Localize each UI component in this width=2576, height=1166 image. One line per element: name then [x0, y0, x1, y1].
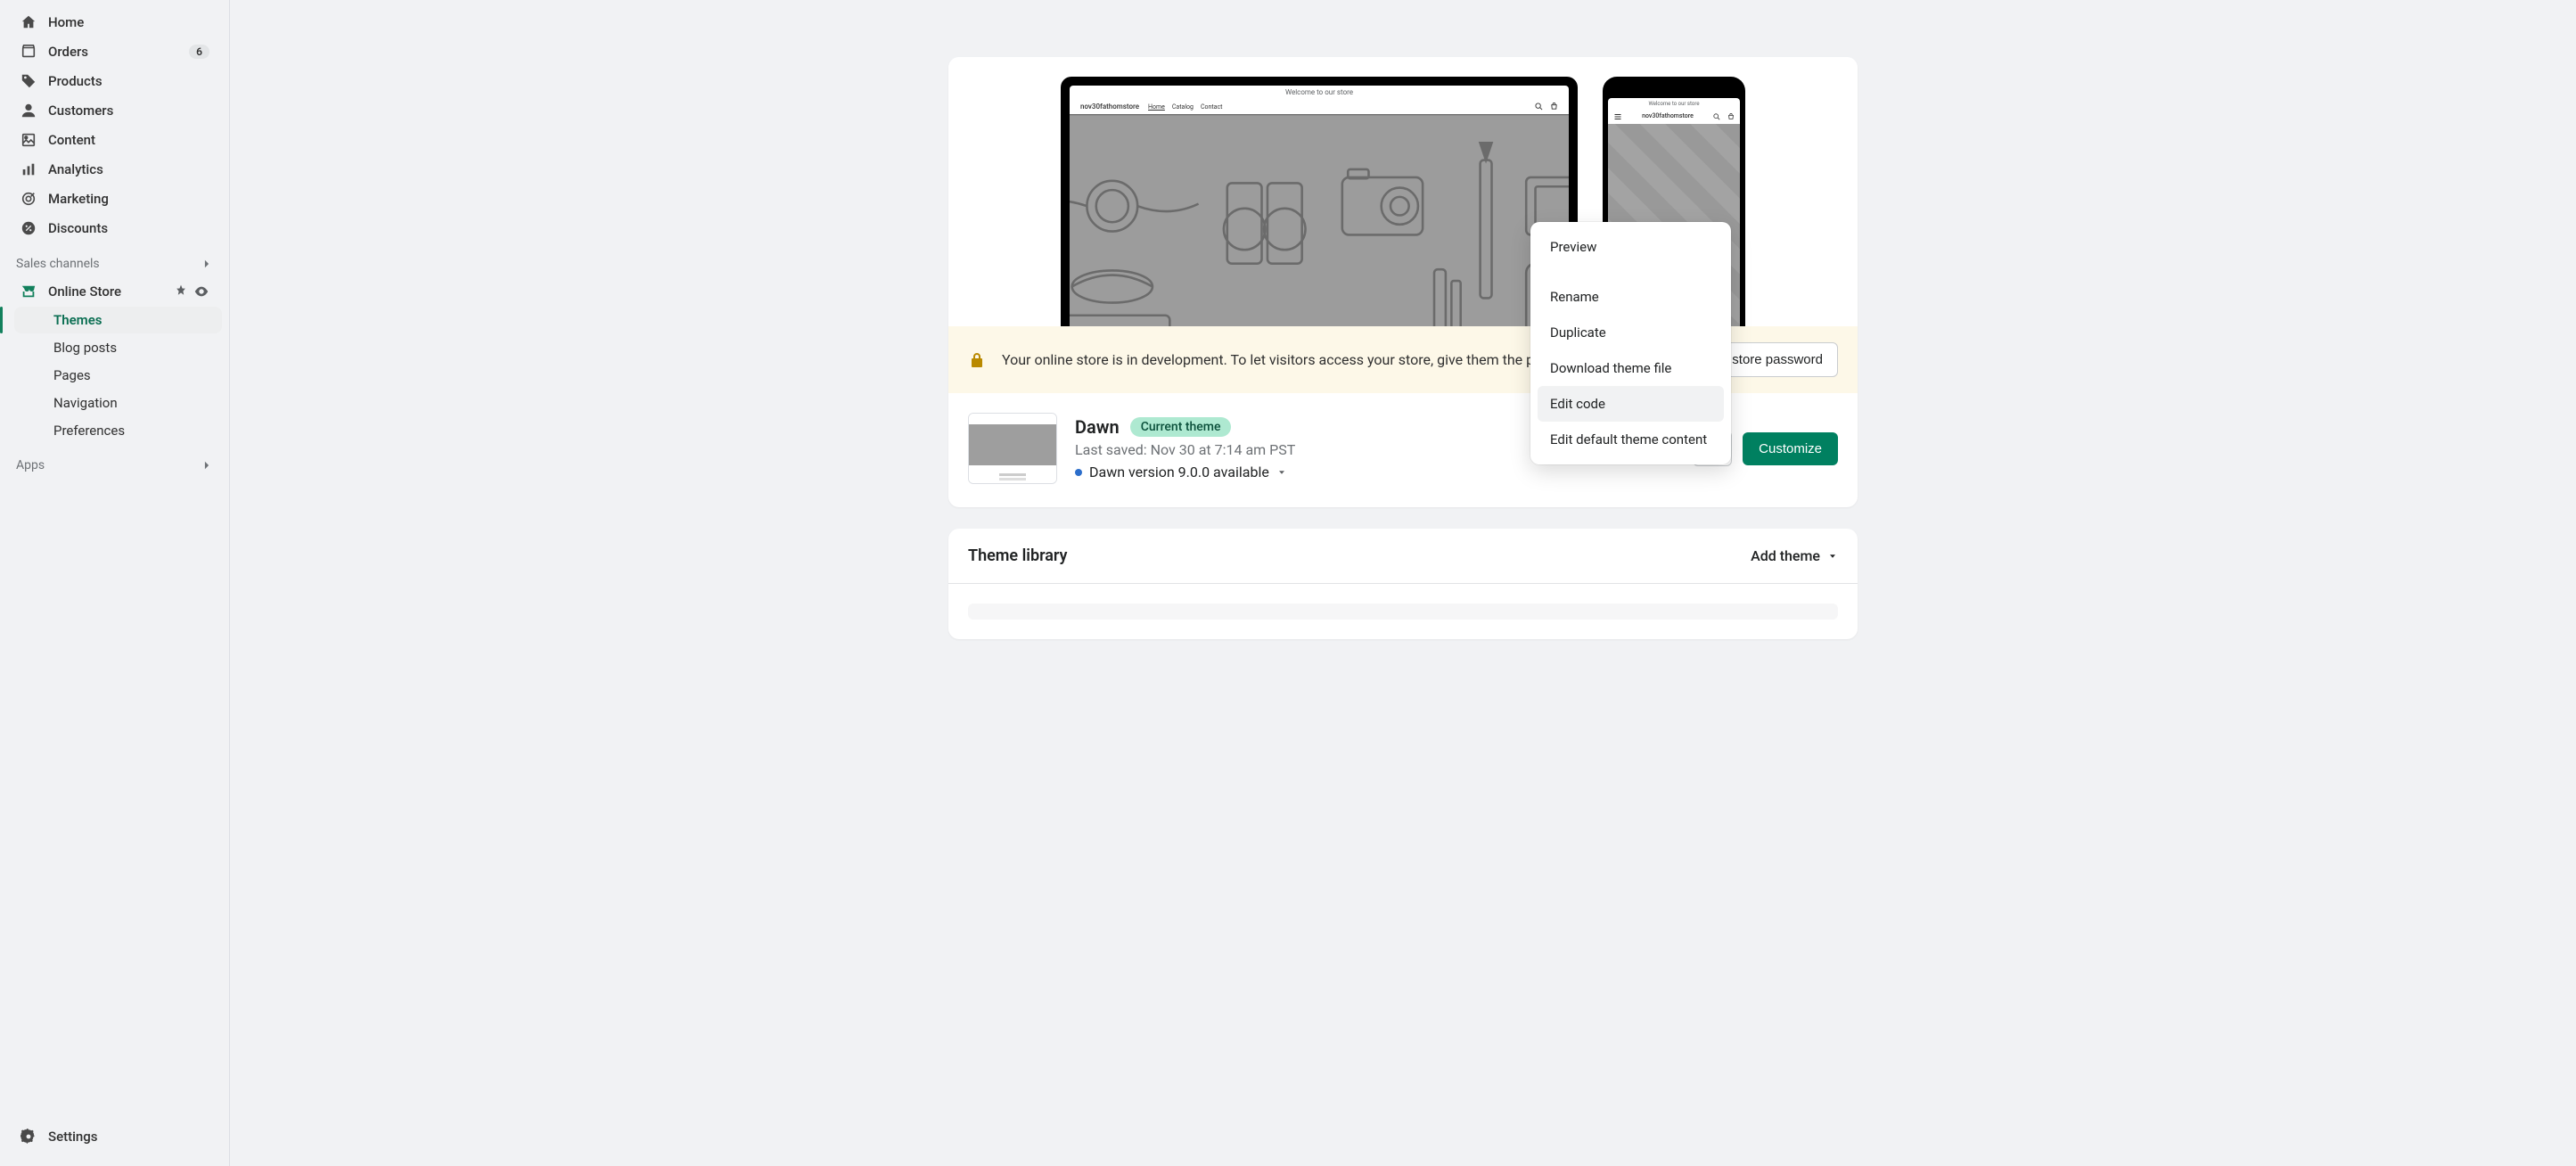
theme-thumbnail [968, 413, 1057, 484]
theme-library-card: Theme library Add theme [948, 529, 1858, 639]
status-dot-icon [1075, 469, 1082, 476]
nav-label: Discounts [48, 220, 108, 236]
orders-icon [20, 43, 37, 61]
nav-customers[interactable]: Customers [7, 96, 222, 125]
add-theme-button[interactable]: Add theme [1751, 547, 1838, 564]
customers-icon [20, 102, 37, 119]
chevron-right-icon [201, 258, 213, 270]
nav-label: Marketing [48, 191, 109, 207]
theme-library-title: Theme library [968, 546, 1067, 565]
products-icon [20, 72, 37, 90]
theme-name: Dawn [1075, 416, 1120, 438]
hamburger-icon [1613, 112, 1622, 121]
nav-label: Orders [48, 44, 88, 60]
preview-brand: nov30fathomstore [1080, 103, 1139, 111]
orders-badge: 6 [189, 45, 209, 59]
section-label: Sales channels [16, 257, 100, 271]
library-placeholder [968, 604, 1838, 620]
main-content: Welcome to our store nov30fathomstore Ho… [230, 0, 2576, 1166]
subnav-preferences[interactable]: Preferences [14, 417, 222, 444]
version-available[interactable]: Dawn version 9.0.0 available [1075, 464, 1675, 480]
nav-home[interactable]: Home [7, 8, 222, 37]
announcement-bar: Welcome to our store [1070, 86, 1569, 99]
content-icon [20, 131, 37, 149]
subnav-blog-posts[interactable]: Blog posts [14, 334, 222, 361]
customize-button[interactable]: Customize [1743, 432, 1838, 465]
chevron-right-icon [201, 459, 213, 472]
menu-preview[interactable]: Preview [1538, 229, 1724, 265]
sidebar: Home Orders 6 Products Customers Content [0, 0, 230, 1166]
theme-actions-menu: Preview Rename Duplicate Download theme … [1530, 222, 1731, 464]
nav-content[interactable]: Content [7, 126, 222, 154]
current-theme-card: Welcome to our store nov30fathomstore Ho… [948, 57, 1858, 507]
nav-label: Online Store [48, 283, 121, 300]
preview-header: nov30fathomstore Home Catalog Contact [1070, 99, 1569, 114]
preview-hero [1070, 114, 1569, 326]
home-icon [20, 13, 37, 31]
analytics-icon [20, 160, 37, 178]
current-theme-badge: Current theme [1130, 417, 1232, 437]
menu-edit-default-content[interactable]: Edit default theme content [1538, 422, 1724, 457]
announcement-bar-mobile: Welcome to our store [1608, 98, 1740, 110]
gear-icon [20, 1128, 37, 1145]
menu-rename[interactable]: Rename [1538, 279, 1724, 315]
nav-products[interactable]: Products [7, 67, 222, 95]
menu-edit-code[interactable]: Edit code [1538, 386, 1724, 422]
preview-header-mobile: nov30fathomstore [1608, 110, 1740, 124]
subnav-themes[interactable]: Themes [14, 307, 222, 333]
marketing-icon [20, 190, 37, 208]
caret-down-icon [1827, 551, 1838, 562]
desktop-preview: Welcome to our store nov30fathomstore Ho… [1061, 77, 1578, 326]
nav-label: Content [48, 132, 95, 148]
menu-download-theme-file[interactable]: Download theme file [1538, 350, 1724, 386]
subnav-pages[interactable]: Pages [14, 362, 222, 389]
nav-online-store[interactable]: Online Store [7, 277, 222, 306]
preview-nav: Home Catalog Contact [1148, 103, 1222, 111]
menu-duplicate[interactable]: Duplicate [1538, 315, 1724, 350]
nav-label: Customers [48, 103, 113, 119]
caret-down-icon [1276, 467, 1287, 478]
subnav-navigation[interactable]: Navigation [14, 390, 222, 416]
nav-analytics[interactable]: Analytics [7, 155, 222, 184]
eye-icon[interactable] [193, 283, 209, 300]
store-icon [20, 283, 37, 300]
nav-settings[interactable]: Settings [7, 1122, 222, 1151]
apps-header[interactable]: Apps [0, 453, 229, 478]
preview-brand-mobile: nov30fathomstore [1626, 113, 1710, 120]
nav-label: Analytics [48, 161, 103, 177]
nav-orders[interactable]: Orders 6 [7, 37, 222, 66]
nav-discounts[interactable]: Discounts [7, 214, 222, 242]
lock-icon [968, 351, 986, 369]
pin-icon[interactable] [174, 283, 188, 300]
nav-marketing[interactable]: Marketing [7, 185, 222, 213]
nav-label: Products [48, 73, 103, 89]
discounts-icon [20, 219, 37, 237]
apps-label: Apps [16, 458, 45, 472]
sales-channels-header[interactable]: Sales channels [0, 251, 229, 276]
nav-label: Settings [48, 1129, 98, 1145]
preview-header-icons [1535, 103, 1558, 111]
nav-label: Home [48, 14, 84, 30]
